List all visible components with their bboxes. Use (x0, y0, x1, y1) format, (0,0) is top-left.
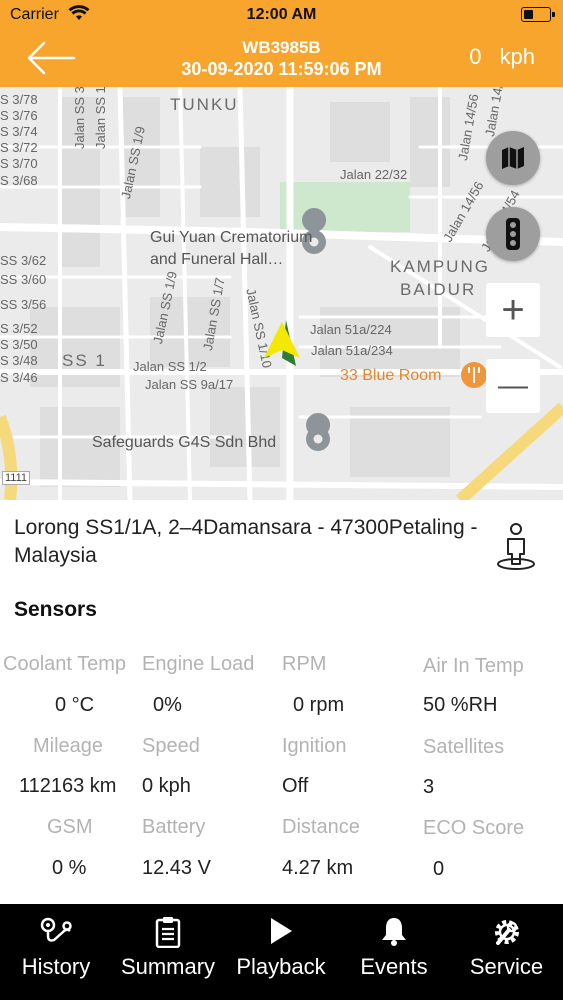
poi-blue-room[interactable]: 33 Blue Room (340, 367, 441, 385)
road-label-ss372: S 3/72 (0, 140, 38, 155)
road-label-jalan-ss33: Jalan SS 3/3 (72, 87, 87, 149)
sensor-value-satellites: 3 (423, 776, 435, 798)
road-label-ss350: S 3/50 (0, 337, 38, 352)
sensor-value-eco-score: 0 (433, 858, 445, 880)
road-label-ss376: S 3/76 (0, 108, 38, 123)
tab-service-label: Service (469, 954, 544, 979)
sensor-label-engine-load: Engine Load (142, 653, 255, 675)
area-label-kampung: KAMPUNG (390, 257, 490, 276)
road-label-ss378: S 3/78 (0, 92, 38, 107)
sensor-value-speed: 0 kph (142, 775, 191, 797)
sensor-label-coolant-temp: Coolant Temp (3, 653, 127, 675)
sensor-value-air-in-temp: 50 %RH (423, 694, 498, 716)
road-label-ss374: S 3/74 (0, 124, 38, 139)
road-label-ss368: S 3/68 (0, 173, 38, 188)
sensor-value-coolant-temp: 0 °C (55, 694, 95, 716)
road-label-ss362: SS 3/62 (0, 253, 47, 268)
sensor-label-ignition: Ignition (282, 735, 347, 757)
area-label-tunku: TUNKU (170, 95, 239, 114)
sensor-label-mileage: Mileage (33, 735, 104, 757)
road-label-jalan-2232: Jalan 22/32 (340, 167, 408, 182)
tab-service[interactable]: Service (450, 904, 563, 1000)
vehicle-marker-icon[interactable] (262, 318, 302, 368)
tab-summary[interactable]: Summary (112, 904, 224, 1000)
tab-summary-label: Summary (120, 954, 216, 979)
map-type-button[interactable] (486, 131, 540, 185)
road-label-ss346: S 3/46 (0, 370, 38, 385)
zoom-in-button[interactable]: + (486, 283, 540, 337)
zoom-out-button[interactable]: — (486, 359, 540, 413)
road-label-ss360: SS 3/60 (0, 272, 47, 287)
tab-history-label: History (21, 954, 91, 979)
address-section: Lorong SS1/1A, 2–4Damansara - 47300Petal… (0, 500, 563, 580)
traffic-layer-button[interactable] (486, 207, 540, 261)
sensor-label-speed: Speed (142, 735, 200, 757)
route-icon (40, 917, 72, 942)
tab-history[interactable]: History (0, 904, 112, 1000)
map-view[interactable]: TUNKU KAMPUNG BAIDUR SS 1 Jalan 22/32 Ja… (0, 87, 563, 500)
road-label-jalan-51a234: Jalan 51a/234 (311, 343, 393, 358)
clipboard-icon (155, 917, 181, 949)
sensor-label-gsm: GSM (47, 816, 93, 838)
sensor-label-distance: Distance (282, 816, 360, 838)
speed-value: 0 (469, 44, 482, 69)
tab-events-label: Events (360, 954, 428, 979)
clock: 12:00 AM (246, 6, 317, 23)
poi-crematorium[interactable]: Gui Yuan Crematorium and Funeral Hall… (150, 227, 312, 271)
tab-playback-label: Playback (236, 954, 326, 979)
road-label-ss370: S 3/70 (0, 156, 38, 171)
sensor-value-distance: 4.27 km (282, 857, 354, 879)
status-bar: Carrier 12:00 AM (0, 0, 563, 30)
bottom-tab-bar: History Summary Playback Events Service (0, 904, 563, 1000)
road-label-ss348: S 3/48 (0, 353, 38, 368)
street-view-icon[interactable] (494, 522, 538, 572)
speed-unit: kph (499, 44, 535, 69)
sensor-value-gsm: 0 % (52, 857, 87, 879)
sensor-label-rpm: RPM (282, 653, 327, 675)
sensor-label-eco-score: ECO Score (423, 817, 525, 839)
sensor-label-satellites: Satellites (423, 736, 505, 758)
battery-icon (521, 7, 555, 22)
road-label-jalan-ss12: Jalan SS 1/2 (133, 359, 207, 374)
map-icon (502, 147, 524, 169)
sensor-value-battery: 12.43 V (142, 857, 211, 879)
road-shield-1111: 1111 (2, 471, 31, 485)
tab-events[interactable]: Events (338, 904, 450, 1000)
road-label-jalan-ss121: Jalan SS 1/21 (93, 87, 108, 149)
sensors-heading: Sensors (14, 598, 97, 621)
sensor-label-air-in-temp: Air In Temp (423, 655, 524, 677)
sensor-label-battery: Battery (142, 816, 206, 838)
tab-playback[interactable]: Playback (224, 904, 338, 1000)
sensor-value-ignition: Off (282, 775, 309, 797)
sensor-value-rpm: 0 rpm (293, 694, 345, 716)
top-bar: WB3985B 30-09-2020 11:59:06 PM 0 kph (0, 30, 563, 87)
road-label-jalan-ss9a17: Jalan SS 9a/17 (145, 377, 234, 392)
traffic-light-icon (506, 218, 520, 250)
area-label-ss1: SS 1 (62, 351, 107, 370)
road-label-ss352: S 3/52 (0, 321, 38, 336)
sensor-value-mileage: 112163 km (19, 775, 117, 797)
poi-g4s[interactable]: Safeguards G4S Sdn Bhd (92, 432, 276, 454)
road-label-jalan-51a224: Jalan 51a/224 (310, 322, 392, 337)
bell-icon (382, 918, 406, 946)
play-icon (271, 918, 292, 944)
road-label-ss356: SS 3/56 (0, 297, 47, 312)
vehicle-address: Lorong SS1/1A, 2–4Damansara - 47300Petal… (14, 516, 478, 567)
sensor-value-engine-load: 0% (153, 694, 182, 716)
speed-readout: 0 kph (469, 44, 535, 70)
area-label-baidur: BAIDUR (400, 280, 477, 299)
wrench-gear-icon (494, 920, 519, 945)
